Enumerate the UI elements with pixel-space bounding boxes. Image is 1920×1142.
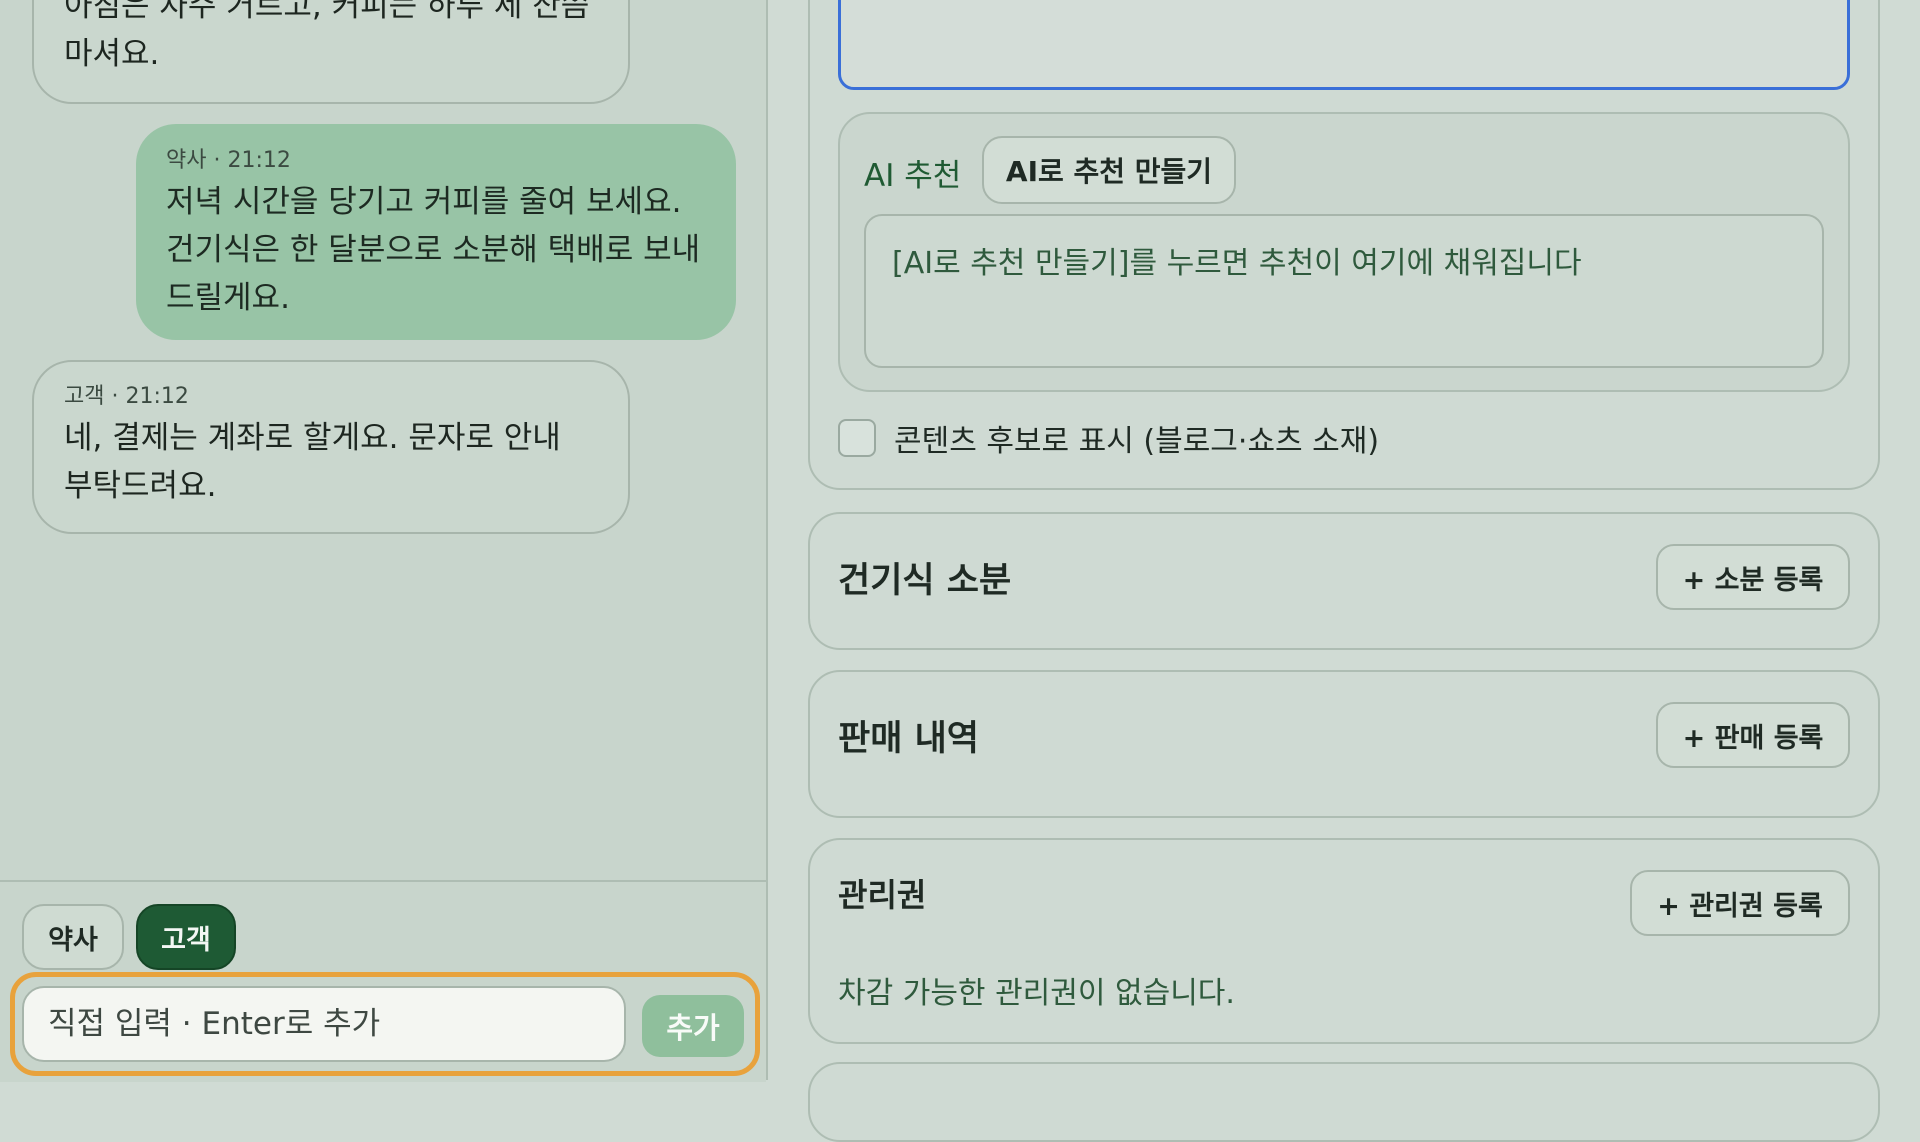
chat-message-customer: 고객 · 21:12 네, 결제는 계좌로 할게요. 문자로 안내 부탁드려요. <box>32 360 630 534</box>
management-pass-card <box>808 838 1880 1044</box>
ai-generate-button[interactable]: AI로 추천 만들기 <box>982 136 1236 204</box>
message-text: 저녁 시간을 당기고 커피를 줄여 보세요. 건기식은 한 달분으로 소분해 택… <box>166 184 701 316</box>
add-sale-button[interactable]: + 판매 등록 <box>1656 702 1850 768</box>
ai-recommendation-output[interactable]: [AI로 추천 만들기]를 누르면 추천이 여기에 채워집니다 <box>864 214 1824 368</box>
sales-section-title: 판매 내역 <box>838 719 979 759</box>
chat-message-pharmacist: 약사 · 21:12 저녁 시간을 당기고 커피를 줄여 보세요. 건기식은 한… <box>136 124 736 340</box>
supplement-section-title: 건기식 소분 <box>838 561 1012 601</box>
chat-message-customer: 아침은 자주 거르고, 커피는 하루 세 잔쯤 마셔요. <box>32 0 630 104</box>
content-candidate-label: 콘텐츠 후보로 표시 (블로그·쇼츠 소재) <box>894 424 1380 459</box>
consult-notes-textarea[interactable] <box>838 0 1850 90</box>
message-input[interactable] <box>22 986 626 1062</box>
chat-panel: 아침은 자주 거르고, 커피는 하루 세 잔쯤 마셔요. 약사 · 21:12 … <box>0 0 768 1082</box>
add-management-pass-button[interactable]: + 관리권 등록 <box>1630 870 1850 936</box>
content-candidate-row[interactable]: 콘텐츠 후보로 표시 (블로그·쇼츠 소재) <box>838 416 1379 460</box>
add-message-button[interactable]: 추가 <box>642 995 744 1057</box>
message-text: 네, 결제는 계좌로 할게요. 문자로 안내 부탁드려요. <box>64 420 561 504</box>
next-card <box>808 1062 1880 1142</box>
composer-area: 약사 고객 추가 <box>0 880 766 1082</box>
role-customer-button[interactable]: 고객 <box>136 904 236 970</box>
content-candidate-checkbox[interactable] <box>838 419 876 457</box>
add-supplement-button[interactable]: + 소분 등록 <box>1656 544 1850 610</box>
management-section-title: 관리권 <box>838 876 927 914</box>
ai-recommendation-label: AI 추천 <box>864 158 962 194</box>
message-text: 아침은 자주 거르고, 커피는 하루 세 잔쯤 마셔요. <box>64 0 590 72</box>
message-meta: 약사 · 21:12 <box>166 148 291 173</box>
role-pharmacist-button[interactable]: 약사 <box>22 904 124 970</box>
message-meta: 고객 · 21:12 <box>64 384 189 409</box>
management-empty-message: 차감 가능한 관리권이 없습니다. <box>838 976 1235 1011</box>
